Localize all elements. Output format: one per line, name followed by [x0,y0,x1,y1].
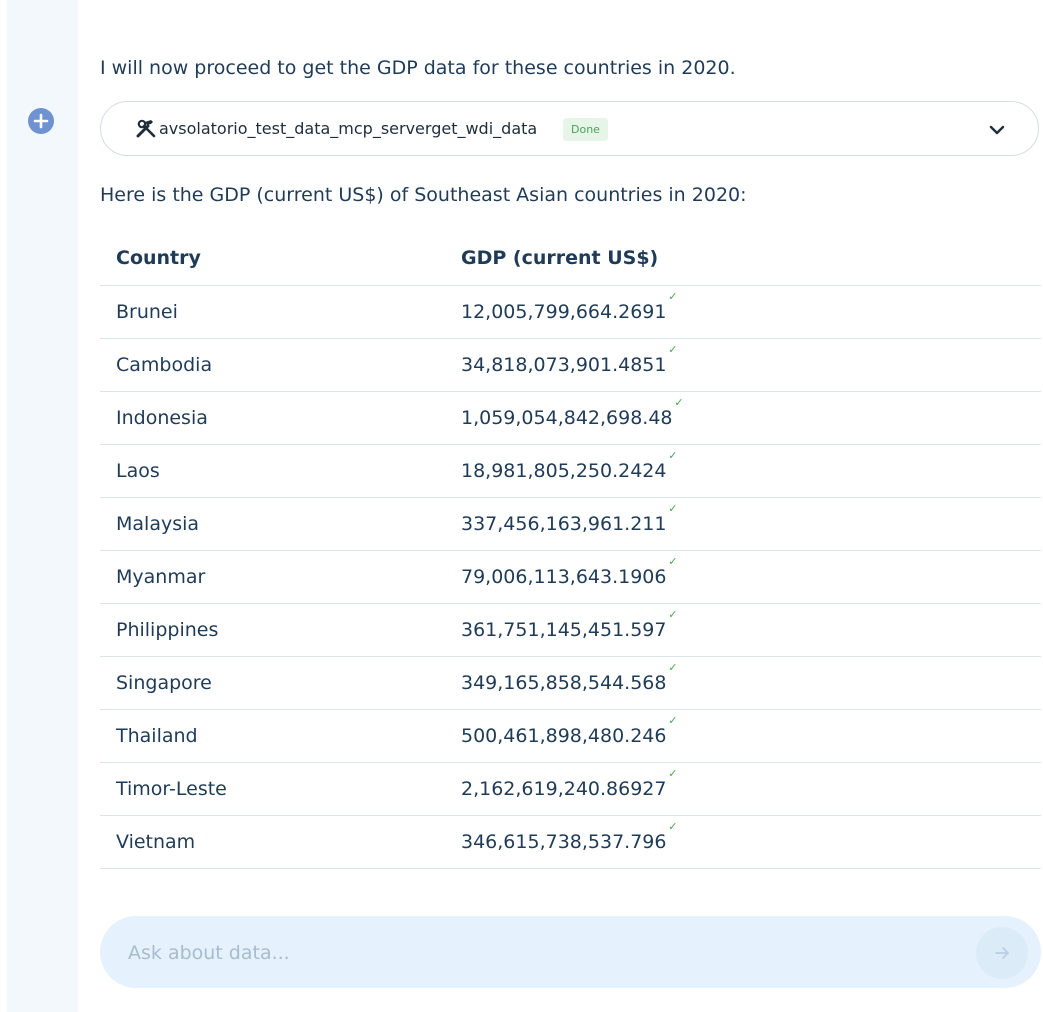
gdp-cell: 18,981,805,250.2424 ✓ [445,444,1041,498]
gdp-value-wrap: 361,751,145,451.597 ✓ [461,608,677,641]
gdp-value: 18,981,805,250.2424 [461,459,667,482]
gdp-cell: 2,162,619,240.86927 ✓ [445,762,1041,816]
chevron-down-icon[interactable] [988,121,1006,139]
country-cell: Laos [100,444,445,498]
verified-check-icon: ✓ [668,660,678,674]
country-cell: Cambodia [100,338,445,392]
gdp-value: 361,751,145,451.597 [461,618,667,641]
verified-check-icon: ✓ [668,448,678,462]
verified-check-icon: ✓ [668,342,678,356]
country-cell: Philippines [100,603,445,657]
table-row: Indonesia 1,059,054,842,698.48 ✓ [100,391,1041,445]
gdp-value-wrap: 79,006,113,643.1906 ✓ [461,555,677,588]
verified-check-icon: ✓ [668,713,678,727]
gdp-value-wrap: 1,059,054,842,698.48 ✓ [461,396,684,429]
table-row: Malaysia 337,456,163,961.211 ✓ [100,497,1041,551]
country-cell: Singapore [100,656,445,710]
gdp-cell: 34,818,073,901.4851 ✓ [445,338,1041,392]
country-cell: Timor-Leste [100,762,445,816]
country-cell: Vietnam [100,815,445,869]
gdp-value-wrap: 500,461,898,480.246 ✓ [461,714,677,747]
country-cell: Malaysia [100,497,445,551]
table-row: Thailand 500,461,898,480.246 ✓ [100,709,1041,763]
gdp-table: Country GDP (current US$) Brunei 12,005,7… [100,231,1041,869]
country-cell: Thailand [100,709,445,763]
verified-check-icon: ✓ [668,766,678,780]
gdp-value: 337,456,163,961.211 [461,512,667,535]
gdp-value: 500,461,898,480.246 [461,724,667,747]
country-cell: Indonesia [100,391,445,445]
gdp-cell: 337,456,163,961.211 ✓ [445,497,1041,551]
gdp-value-wrap: 2,162,619,240.86927 ✓ [461,767,677,800]
gdp-value: 2,162,619,240.86927 [461,777,667,800]
left-sidebar [7,0,78,1012]
table-row: Philippines 361,751,145,451.597 ✓ [100,603,1041,657]
gdp-value: 1,059,054,842,698.48 [461,406,673,429]
gdp-value-wrap: 349,165,858,544.568 ✓ [461,661,677,694]
hammer-wrench-icon [136,119,156,138]
tool-call-panel[interactable]: avsolatorio_test_data_mcp_serverget_wdi_… [100,101,1039,156]
country-cell: Brunei [100,285,445,339]
tool-name: avsolatorio_test_data_mcp_serverget_wdi_… [159,119,538,138]
chat-page: I will now proceed to get the GDP data f… [0,0,1043,1012]
column-header-gdp: GDP (current US$) [445,231,1041,286]
assistant-intro-text: I will now proceed to get the GDP data f… [100,57,736,79]
gdp-cell: 361,751,145,451.597 ✓ [445,603,1041,657]
gdp-value: 12,005,799,664.2691 [461,300,667,323]
table-row: Laos 18,981,805,250.2424 ✓ [100,444,1041,498]
gdp-value-wrap: 12,005,799,664.2691 ✓ [461,290,677,323]
assistant-summary-text: Here is the GDP (current US$) of Southea… [100,184,747,206]
table-row: Cambodia 34,818,073,901.4851 ✓ [100,338,1041,392]
gdp-value: 346,615,738,537.796 [461,830,667,853]
table-header-row: Country GDP (current US$) [100,231,1041,286]
table-row: Timor-Leste 2,162,619,240.86927 ✓ [100,762,1041,816]
add-button[interactable] [28,108,54,134]
gdp-value: 349,165,858,544.568 [461,671,667,694]
status-badge: Done [563,118,608,141]
verified-check-icon: ✓ [668,289,678,303]
send-button[interactable] [976,927,1028,979]
gdp-cell: 1,059,054,842,698.48 ✓ [445,391,1041,445]
gdp-cell: 12,005,799,664.2691 ✓ [445,285,1041,339]
chat-input[interactable] [126,934,950,972]
table-body: Brunei 12,005,799,664.2691 ✓ Cambodia 34,818… [100,285,1041,869]
gdp-cell: 500,461,898,480.246 ✓ [445,709,1041,763]
table-row: Singapore 349,165,858,544.568 ✓ [100,656,1041,710]
table-row: Vietnam 346,615,738,537.796 ✓ [100,815,1041,869]
gdp-cell: 349,165,858,544.568 ✓ [445,656,1041,710]
gdp-value: 34,818,073,901.4851 [461,353,667,376]
gdp-cell: 346,615,738,537.796 ✓ [445,815,1041,869]
gdp-value: 79,006,113,643.1906 [461,565,667,588]
chat-input-bar [100,916,1041,988]
gdp-value-wrap: 34,818,073,901.4851 ✓ [461,343,677,376]
gdp-value-wrap: 18,981,805,250.2424 ✓ [461,449,677,482]
table-row: Brunei 12,005,799,664.2691 ✓ [100,285,1041,339]
plus-circle-icon [33,113,49,129]
column-header-country: Country [100,231,445,286]
table-row: Myanmar 79,006,113,643.1906 ✓ [100,550,1041,604]
gdp-value-wrap: 337,456,163,961.211 ✓ [461,502,677,535]
arrow-right-icon [995,947,1009,959]
verified-check-icon: ✓ [668,554,678,568]
verified-check-icon: ✓ [668,501,678,515]
gdp-value-wrap: 346,615,738,537.796 ✓ [461,820,677,853]
country-cell: Myanmar [100,550,445,604]
gdp-cell: 79,006,113,643.1906 ✓ [445,550,1041,604]
verified-check-icon: ✓ [674,395,684,409]
verified-check-icon: ✓ [668,819,678,833]
verified-check-icon: ✓ [668,607,678,621]
